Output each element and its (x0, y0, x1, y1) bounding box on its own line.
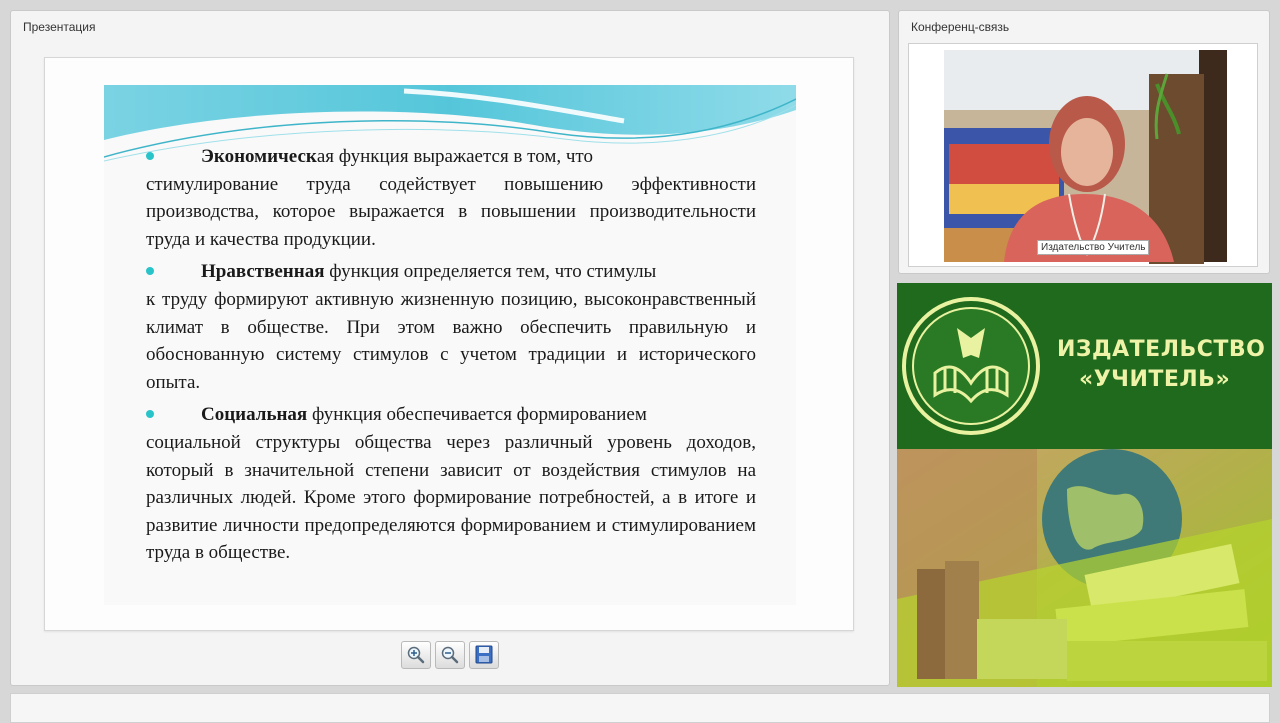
paragraph-social-text: социальной структуры общества через разл… (146, 431, 756, 564)
publisher-banner: ИЗДАТЕЛЬСТВО «УЧИТЕЛЬ» (897, 283, 1272, 687)
paragraph-moral: Нравственная функция определяется тем, ч… (146, 258, 756, 396)
slide-text: Экономическая функция выражается в том, … (146, 143, 756, 572)
zoom-in-button[interactable] (401, 641, 431, 669)
paragraph-economic-first-line: ая функция выражается в том, что (316, 146, 593, 167)
presentation-panel: Презентация Экономическая функция выража… (10, 10, 890, 686)
magnifier-plus-icon (407, 646, 425, 664)
publisher-name-line1: ИЗДАТЕЛЬСТВО (1057, 337, 1266, 362)
conference-panel: Конференц-связь Издательство Учитель (898, 10, 1270, 274)
paragraph-moral-text: к труду формируют активную жизненную поз… (146, 288, 756, 393)
video-participant-label: Издательство Учитель (1037, 240, 1150, 255)
zoom-out-button[interactable] (435, 641, 465, 669)
paragraph-economic: Экономическая функция выражается в том, … (146, 143, 756, 253)
paragraph-social: Социальная функция обеспечивается формир… (146, 401, 756, 567)
publisher-header: ИЗДАТЕЛЬСТВО «УЧИТЕЛЬ» (897, 283, 1272, 449)
paragraph-moral-first-line: функция определяется тем, что стимулы (324, 261, 657, 283)
slide-content-area: Экономическая функция выражается в том, … (104, 85, 796, 605)
save-button[interactable] (469, 641, 499, 669)
bullet-icon (146, 152, 154, 160)
speaker-video-image (909, 44, 1257, 266)
paragraph-economic-text: стимулирование труда содействует повышен… (146, 173, 756, 250)
paragraph-social-first-line: функция обеспечивается формированием (307, 404, 647, 426)
publisher-logo (902, 297, 1040, 435)
presentation-slide: Экономическая функция выражается в том, … (44, 57, 854, 631)
term-social: Социальная (201, 404, 308, 426)
presentation-panel-title: Презентация (23, 20, 96, 34)
term-moral: Нравственная (201, 261, 325, 283)
bottom-panel (10, 693, 1270, 723)
webcam-video[interactable]: Издательство Учитель (908, 43, 1258, 267)
floppy-disk-icon (475, 645, 493, 664)
magnifier-minus-icon (441, 646, 459, 664)
conference-panel-title: Конференц-связь (911, 20, 1010, 34)
publisher-name-line2: «УЧИТЕЛЬ» (1079, 367, 1231, 392)
term-economic: Экономическ (201, 146, 317, 167)
books-and-globe-image (897, 449, 1272, 687)
